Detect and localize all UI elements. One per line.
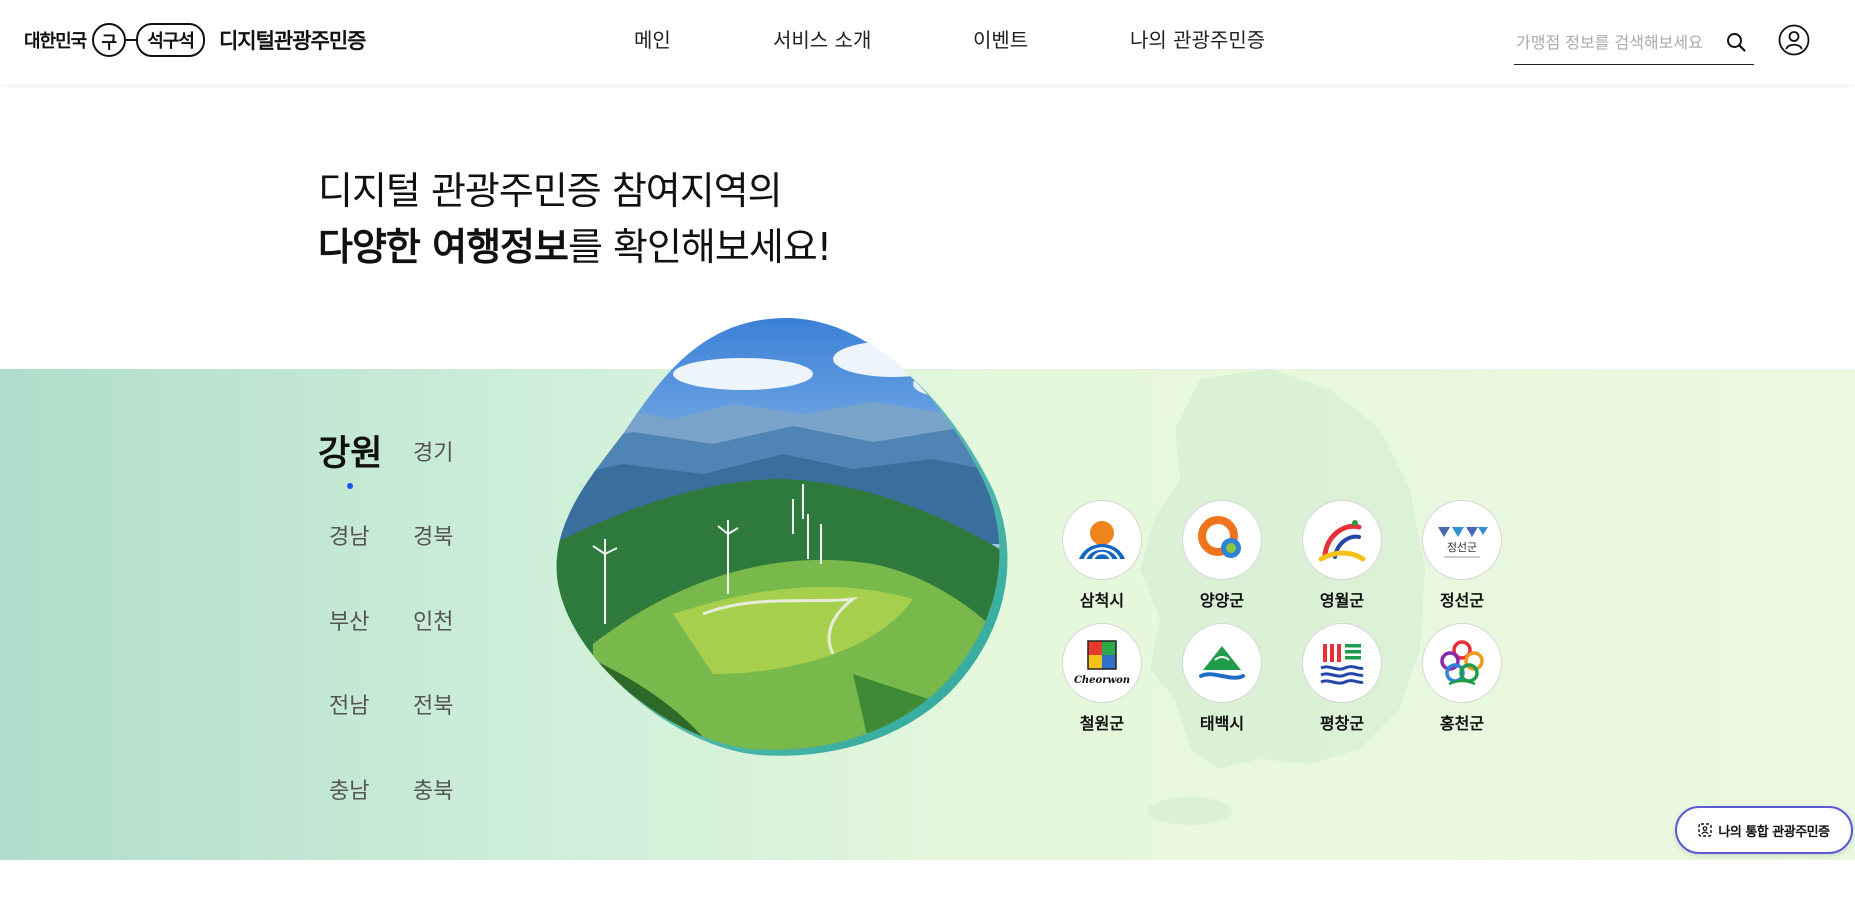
logo-badge: 구 석구석	[92, 23, 205, 57]
region-gyeongnam[interactable]: 경남	[329, 519, 369, 551]
city-samcheok[interactable]: 삼척시	[1057, 500, 1147, 611]
region-incheon[interactable]: 인천	[413, 604, 453, 636]
city-taebaek[interactable]: 태백시	[1177, 623, 1267, 734]
city-name: 태백시	[1199, 714, 1245, 733]
site-logo[interactable]: 대한민국 구 석구석 디지털관광주민증	[24, 22, 366, 58]
id-card-icon	[1698, 823, 1713, 837]
float-button-label: 나의 통합 관광주민증	[1718, 824, 1830, 840]
nav-event[interactable]: 이벤트	[973, 24, 1028, 53]
landscape-blob-image	[556, 317, 1008, 756]
hero-line1: 디지털 관광주민증 참여지역의	[318, 169, 783, 213]
pyeongchang-logo	[1302, 623, 1382, 703]
city-pyeongchang[interactable]: 평창군	[1297, 623, 1387, 734]
active-region-indicator	[347, 483, 353, 489]
yeongwol-logo	[1302, 500, 1382, 580]
jeongseon-logo-text: 정선군	[1447, 541, 1477, 554]
city-yeongwol[interactable]: 영월군	[1297, 500, 1387, 611]
nav-my-tourist-card[interactable]: 나의 관광주민증	[1130, 24, 1265, 53]
hongcheon-logo	[1422, 623, 1502, 703]
taebaek-logo	[1182, 623, 1262, 703]
jeongseon-logo: 정선군	[1422, 500, 1502, 580]
city-name: 철원군	[1079, 714, 1125, 733]
region-gyeonggi[interactable]: 경기	[413, 435, 453, 467]
search-input[interactable]	[1514, 28, 1718, 56]
nav-service-intro[interactable]: 서비스 소개	[773, 24, 871, 53]
logo-dash	[126, 39, 137, 41]
city-name: 영월군	[1319, 591, 1365, 610]
city-hongcheon[interactable]: 홍천군	[1417, 623, 1507, 734]
search-box	[1514, 22, 1754, 65]
search-icon[interactable]	[1724, 30, 1748, 54]
yangyang-logo	[1182, 500, 1262, 580]
city-yangyang[interactable]: 양양군	[1177, 500, 1267, 611]
hero-line2-bold: 다양한 여행정보	[318, 225, 569, 269]
hero-title: 디지털 관광주민증 참여지역의 다양한 여행정보를 확인해보세요!	[318, 163, 832, 275]
user-icon[interactable]	[1778, 24, 1810, 56]
city-cheorwon[interactable]: Cheorwon 철원군	[1057, 623, 1147, 734]
cheorwon-logo: Cheorwon	[1062, 623, 1142, 703]
city-name: 삼척시	[1079, 591, 1125, 610]
region-jeonbuk[interactable]: 전북	[413, 688, 453, 720]
site-header: 대한민국 구 석구석 디지털관광주민증 메인 서비스 소개 이벤트 나의 관광주…	[0, 0, 1855, 84]
logo-pill: 석구석	[136, 23, 205, 57]
region-chungnam[interactable]: 충남	[329, 773, 369, 805]
region-busan[interactable]: 부산	[329, 604, 369, 636]
nav-main[interactable]: 메인	[634, 24, 671, 53]
city-name: 평창군	[1319, 714, 1365, 733]
logo-prefix: 대한민국	[24, 31, 87, 52]
my-integrated-card-button[interactable]: 나의 통합 관광주민증	[1675, 806, 1853, 854]
region-gyeongbuk[interactable]: 경북	[413, 519, 453, 551]
city-name: 홍천군	[1439, 714, 1485, 733]
region-chungbuk[interactable]: 충북	[413, 773, 453, 805]
logo-name: 디지털관광주민증	[218, 29, 367, 53]
region-gangwon[interactable]: 강원	[318, 425, 382, 476]
region-jeonnam[interactable]: 전남	[329, 688, 369, 720]
samcheok-logo	[1062, 500, 1142, 580]
city-name: 정선군	[1439, 591, 1485, 610]
logo-circle: 구	[92, 23, 127, 57]
hero-line2-rest: 를 확인해보세요!	[567, 225, 832, 269]
city-jeongseon[interactable]: 정선군 정선군	[1417, 500, 1507, 611]
city-name: 양양군	[1199, 591, 1245, 610]
cheorwon-logo-text: Cheorwon	[1074, 675, 1130, 686]
